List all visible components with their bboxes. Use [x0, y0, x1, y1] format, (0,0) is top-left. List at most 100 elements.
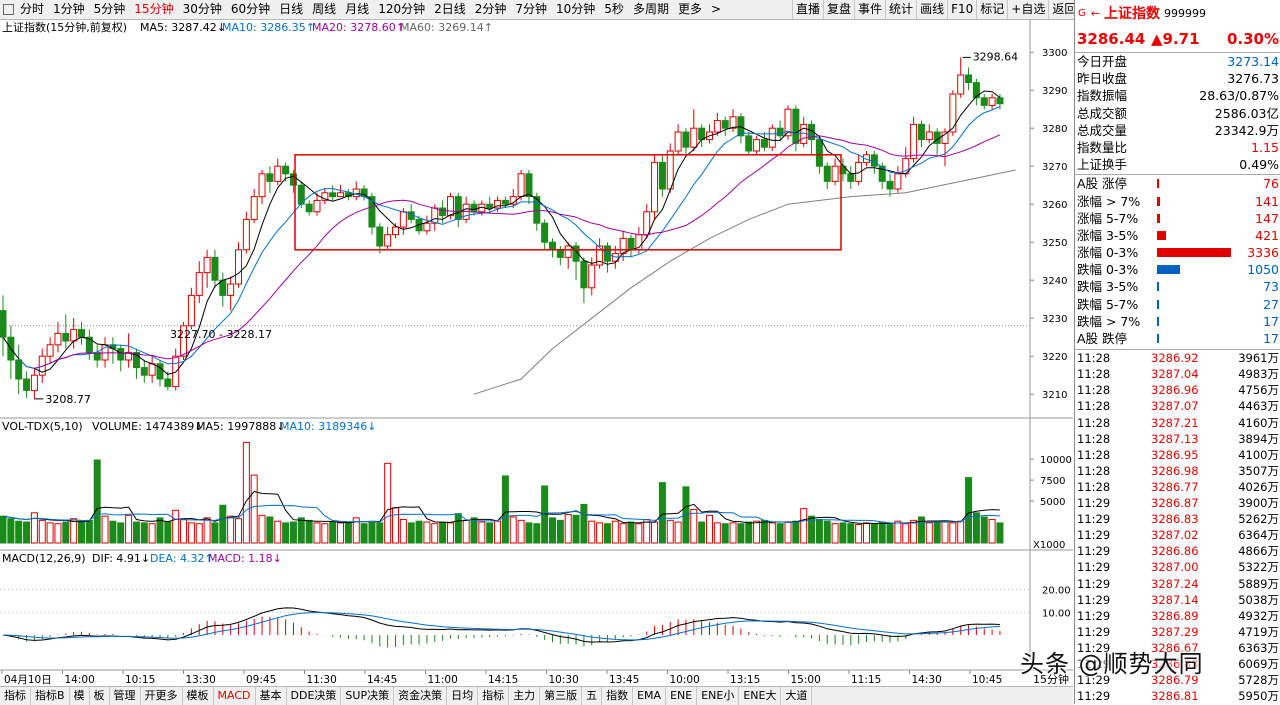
- indicator-tab[interactable]: 五: [582, 687, 603, 705]
- tick-volume: 4100万: [1238, 447, 1279, 462]
- distribution-row: A股 跌停 17: [1075, 330, 1280, 347]
- toolbar-button[interactable]: +自选: [1007, 0, 1048, 19]
- volume-bar-up: [195, 523, 203, 544]
- back-arrow-icon[interactable]: ←: [1091, 7, 1100, 20]
- toolbar-button[interactable]: 画线: [916, 0, 947, 19]
- period-tab[interactable]: 周线: [308, 0, 341, 19]
- indicator-tab[interactable]: 指数: [602, 687, 634, 705]
- toolbar-button[interactable]: 统计: [885, 0, 916, 19]
- indicator-tab[interactable]: 指标: [478, 687, 510, 705]
- volume-bar-up: [242, 441, 250, 544]
- tick-time: 11:29: [1077, 496, 1111, 511]
- period-tab[interactable]: 分时: [16, 0, 49, 19]
- distribution-label: A股 涨停: [1077, 176, 1128, 192]
- indicator-tab[interactable]: 模: [70, 687, 90, 705]
- candle-down: [965, 74, 973, 84]
- indicator-tab[interactable]: 基本: [256, 687, 287, 705]
- indicator-tab[interactable]: 大道: [781, 687, 813, 705]
- period-tab[interactable]: 15分钟: [130, 0, 178, 19]
- vol-unit: X1000: [1033, 540, 1065, 551]
- kline-chart-svg[interactable]: 3210 3220 3230 3240 3250 3260 3270 3280 3290 3300…: [0, 19, 1073, 686]
- volume-bar-down: [525, 522, 533, 544]
- high-price-label: 3298.64: [973, 50, 1019, 63]
- indicator-tab[interactable]: 管理: [110, 687, 141, 705]
- indicator-tab[interactable]: 资金决策: [394, 687, 448, 705]
- period-tab[interactable]: 10分钟: [552, 0, 600, 19]
- indicator-tab[interactable]: 指标: [0, 687, 31, 705]
- indicator-tab[interactable]: 模板: [183, 687, 214, 705]
- period-tab[interactable]: 60分钟: [227, 0, 275, 19]
- g-badge[interactable]: G: [1078, 8, 1086, 19]
- tick-price: 3286.89: [1151, 608, 1199, 623]
- indicator-tab[interactable]: DDE决策: [287, 687, 342, 705]
- volume-bar-up: [910, 519, 918, 544]
- indicator-tab[interactable]: MACD: [214, 687, 256, 705]
- tick-volume: 3507万: [1238, 463, 1279, 478]
- period-tab[interactable]: 120分钟: [374, 0, 430, 19]
- vol-title: VOL-TDX(5,10): [2, 420, 83, 433]
- tick-row: 11:29 3286.86 4866万: [1075, 543, 1280, 559]
- volume-bar-up: [925, 522, 933, 544]
- candle-up: [643, 211, 651, 236]
- indicator-tab[interactable]: 第三版: [540, 687, 583, 705]
- volume-bar-down: [556, 519, 564, 544]
- indicator-tab[interactable]: EMA: [633, 687, 667, 705]
- toolbar-button[interactable]: 标记: [976, 0, 1007, 19]
- toolbar-button[interactable]: 直播: [792, 0, 823, 19]
- period-tab[interactable]: 5分钟: [90, 0, 131, 19]
- more-arrow-icon[interactable]: >: [707, 0, 726, 19]
- period-tab[interactable]: 多周期: [629, 0, 674, 19]
- toolbar-grid-icon[interactable]: [3, 4, 14, 15]
- volume-bar-down: [297, 517, 305, 544]
- tick-volume: 5950万: [1238, 689, 1279, 704]
- y-tick-label: 3240: [1042, 276, 1067, 287]
- candle-down: [23, 378, 31, 391]
- volume-bar-up: [274, 520, 282, 544]
- candle-down: [996, 97, 1004, 105]
- volume-bar-down: [737, 523, 745, 544]
- x-tick-label: 13:15: [730, 674, 760, 686]
- volume-bar-up: [250, 474, 258, 544]
- tick-price: 3286.77: [1151, 479, 1199, 494]
- toolbar-button[interactable]: 事件: [854, 0, 885, 19]
- period-tab[interactable]: 2日线: [430, 0, 471, 19]
- period-tab[interactable]: 更多: [674, 0, 707, 19]
- period-tab[interactable]: 月线: [341, 0, 374, 19]
- period-tab[interactable]: 30分钟: [179, 0, 227, 19]
- macd-y-tick-label: 20.00: [1042, 586, 1071, 597]
- tick-row: 11:29 3287.29 4719万: [1075, 624, 1280, 640]
- indicator-tab[interactable]: SUP决策: [341, 687, 395, 705]
- candle-up: [187, 294, 195, 327]
- period-tab[interactable]: 日线: [275, 0, 308, 19]
- period-tab[interactable]: 1分钟: [49, 0, 90, 19]
- indicator-tab[interactable]: 指标B: [31, 687, 70, 705]
- period-tab[interactable]: 5秒: [600, 0, 629, 19]
- candle-up: [831, 165, 839, 182]
- period-tab[interactable]: 2分钟: [471, 0, 512, 19]
- indicator-tab[interactable]: 板: [90, 687, 110, 705]
- volume-grid: 5000 7500 10000: [1030, 455, 1072, 508]
- indicator-tab[interactable]: ENE小: [697, 687, 740, 705]
- candle-up: [274, 165, 282, 182]
- distribution-label: 跌幅 3-5%: [1077, 279, 1139, 295]
- toolbar-button[interactable]: F10: [947, 0, 976, 19]
- distribution-row: 涨幅 3-5% 421: [1075, 227, 1280, 244]
- volume-bar-down: [815, 519, 823, 544]
- tick-volume: 4719万: [1238, 624, 1279, 639]
- right-toolbar: 直播 复盘 事件 统计 画线 F10 标记 +自选 返回: [792, 0, 1079, 19]
- candle-up: [753, 139, 761, 152]
- indicator-tab[interactable]: 主力: [509, 687, 541, 705]
- volume-bar-down: [266, 516, 274, 544]
- volume-bar-up: [706, 514, 713, 544]
- tick-price: 3286.83: [1151, 512, 1199, 527]
- volume-bar-up: [384, 462, 392, 544]
- volume-bar-down: [965, 477, 973, 544]
- volume-bar-down: [549, 517, 556, 544]
- toolbar-button[interactable]: 复盘: [823, 0, 854, 19]
- tick-row: 11:28 3286.77 4026万: [1075, 479, 1280, 495]
- indicator-tab[interactable]: ENE大: [739, 687, 782, 705]
- indicator-tab[interactable]: ENE: [666, 687, 698, 705]
- period-tab[interactable]: 7分钟: [511, 0, 552, 19]
- indicator-tab[interactable]: 日均: [447, 687, 479, 705]
- indicator-tab[interactable]: 开更多: [141, 687, 183, 705]
